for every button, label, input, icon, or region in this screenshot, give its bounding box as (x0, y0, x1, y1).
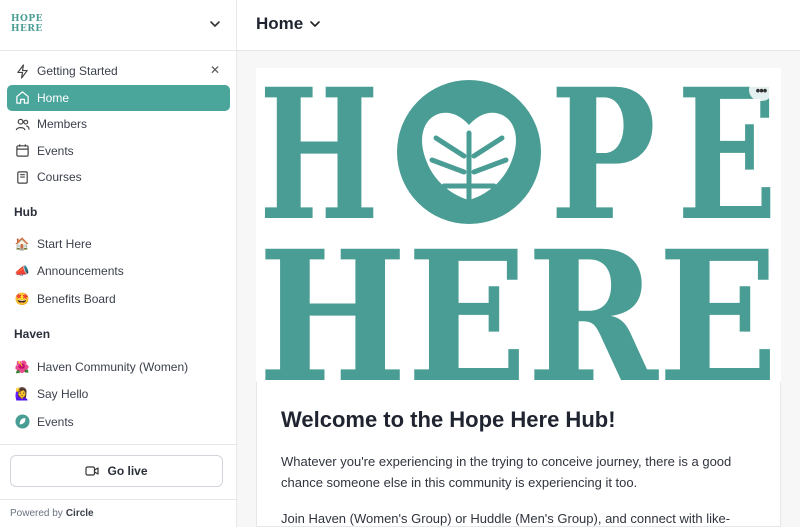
sidebar-item-label: Say Hello (37, 387, 89, 401)
main-content: Home H P E HERE ••• Welcome to the Hope … (237, 0, 800, 527)
sidebar-item-label: Courses (37, 170, 82, 184)
video-camera-icon (85, 466, 100, 476)
sidebar-item-start-here[interactable]: 🏠 Start Here (7, 230, 230, 257)
more-options-button[interactable]: ••• (749, 79, 773, 101)
leaf-logo-icon (14, 414, 30, 430)
powered-by-brand: Circle (65, 508, 94, 519)
section-title-haven[interactable]: Haven (0, 324, 237, 344)
brand-logo-line1: HOPE (11, 14, 43, 24)
sidebar-item-label: Events (37, 143, 74, 158)
app: HOPE HERE Getting Started ✕ Home Members… (0, 0, 800, 527)
sidebar-item-haven-community[interactable]: 🌺 Haven Community (Women) (7, 353, 230, 380)
sidebar-item-label: Getting Started (37, 64, 118, 78)
cover-image: H P E HERE (256, 68, 781, 382)
sidebar-item-announcements[interactable]: 📣 Announcements (7, 258, 230, 285)
megaphone-emoji-icon: 📣 (14, 264, 30, 278)
brand-logo: HOPE HERE (11, 14, 43, 36)
brand-logo-line2: HERE (11, 24, 43, 34)
powered-by[interactable]: Powered by Circle (0, 499, 237, 527)
sidebar-item-label: Announcements (37, 264, 124, 278)
post-title: Welcome to the Hope Here Hub! (281, 407, 616, 432)
hibiscus-emoji-icon: 🌺 (14, 359, 30, 374)
page-title-text: Home (256, 14, 304, 33)
members-icon (14, 116, 30, 132)
page-title[interactable]: Home (256, 14, 321, 34)
sidebar-item-events[interactable]: Events (7, 138, 230, 164)
section-title-hub[interactable]: Hub (0, 202, 237, 222)
welcome-post: Welcome to the Hope Here Hub! Whatever y… (256, 382, 781, 527)
sidebar-item-say-hello[interactable]: 🙋‍♀️ Say Hello (7, 381, 230, 408)
post-paragraph-1: Whatever you're experiencing in the tryi… (281, 454, 732, 490)
sidebar-item-getting-started[interactable]: Getting Started ✕ (7, 58, 230, 84)
sidebar: HOPE HERE Getting Started ✕ Home Members… (0, 0, 237, 527)
chevron-down-icon[interactable] (209, 18, 221, 30)
powered-by-text: Powered by (10, 508, 63, 519)
home-icon (14, 90, 30, 106)
sidebar-item-home[interactable]: Home (7, 84, 230, 111)
sidebar-item-label: Home (37, 90, 70, 105)
logo-line-here: HERE (258, 212, 778, 382)
go-live-label: Go live (107, 464, 148, 478)
community-switcher[interactable]: HOPE HERE (0, 0, 237, 51)
sidebar-item-label: Events (37, 414, 74, 429)
lightning-icon (14, 63, 30, 79)
monstera-o-icon (397, 80, 541, 224)
waving-person-emoji-icon: 🙋‍♀️ (14, 387, 30, 401)
topbar: Home (237, 0, 800, 51)
sidebar-item-haven-events[interactable]: Events (7, 408, 230, 435)
go-live-area: Go live (0, 444, 237, 499)
close-icon[interactable]: ✕ (210, 63, 220, 77)
chevron-down-icon (310, 21, 321, 27)
book-icon (14, 169, 30, 185)
sidebar-item-label: Benefits Board (37, 291, 116, 306)
sidebar-item-courses[interactable]: Courses (7, 164, 230, 190)
house-emoji-icon: 🏠 (14, 236, 30, 251)
star-struck-emoji-icon: 🤩 (14, 291, 30, 306)
sidebar-item-label: Start Here (37, 236, 92, 251)
sidebar-item-label: Haven Community (Women) (37, 359, 189, 374)
sidebar-item-members[interactable]: Members (7, 111, 230, 137)
calendar-icon (14, 143, 30, 159)
sidebar-nav: Getting Started ✕ Home Members Events Co… (0, 58, 237, 436)
go-live-button[interactable]: Go live (10, 455, 223, 487)
sidebar-item-label: Members (37, 117, 88, 131)
hope-here-logo: H P E HERE (258, 68, 778, 382)
sidebar-item-benefits-board[interactable]: 🤩 Benefits Board (7, 285, 230, 312)
post-paragraph-2: Join Haven (Women's Group) or Huddle (Me… (281, 511, 731, 526)
